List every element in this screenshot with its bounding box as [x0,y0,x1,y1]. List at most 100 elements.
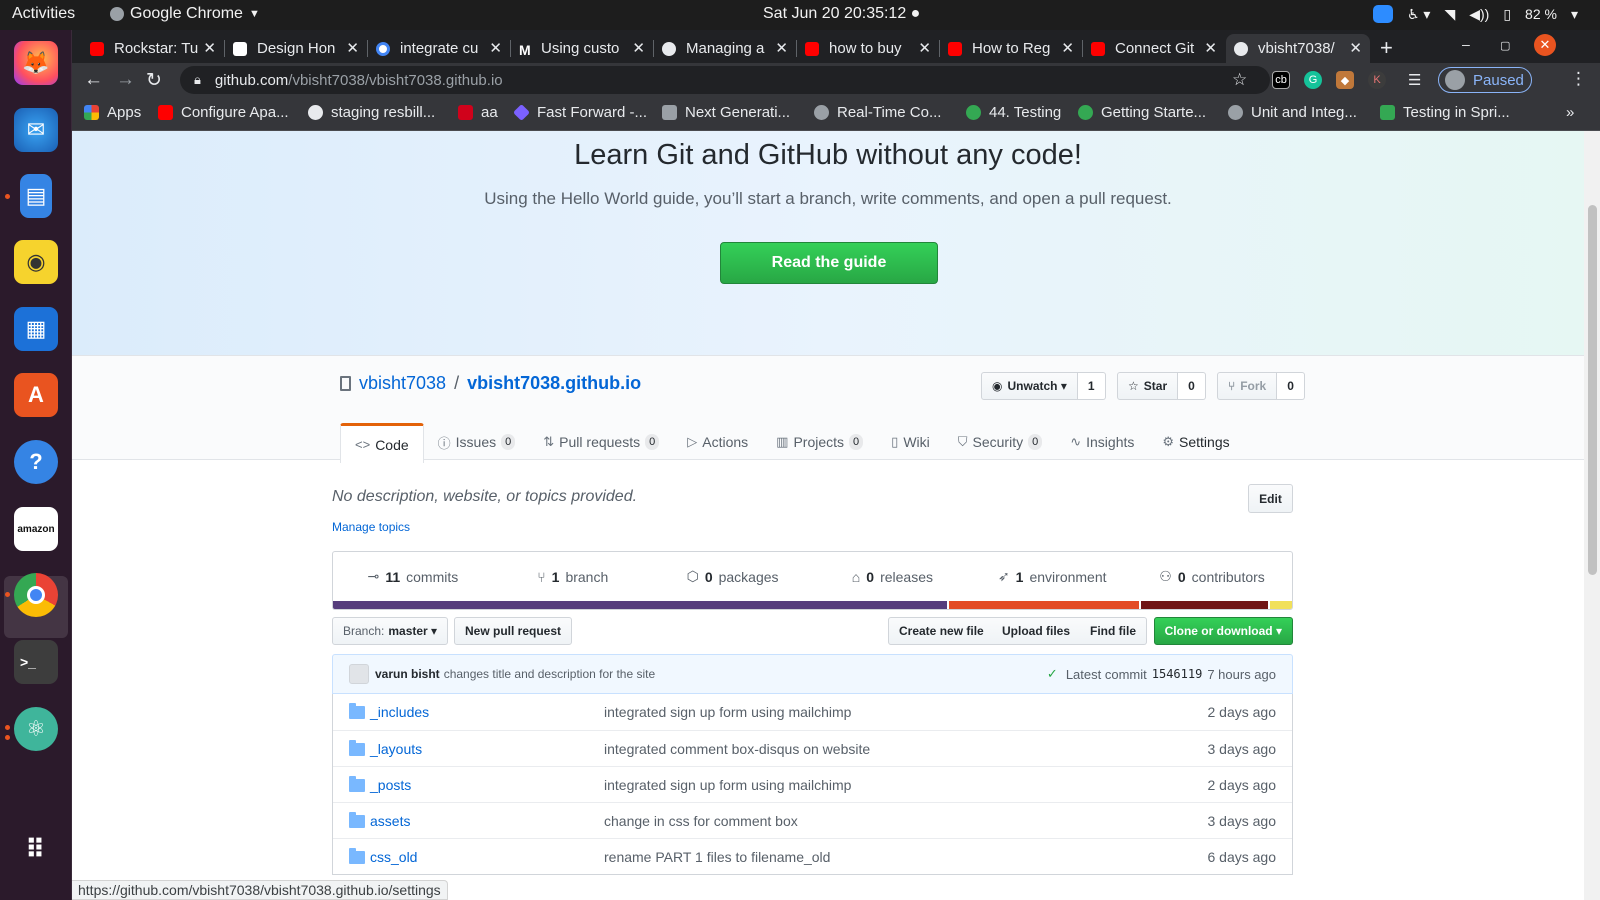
bookmark-9[interactable]: Unit and Integ... [1228,104,1357,121]
bookmark-8[interactable]: Getting Starte... [1078,104,1206,121]
tab-0[interactable]: Rockstar: Tu ✕ [82,34,224,63]
zoom-icon[interactable] [1372,5,1393,23]
close-icon[interactable]: ✕ [1061,39,1074,57]
check-icon[interactable]: ✓ [1047,666,1058,682]
tab-pull-requests[interactable]: ⇅ Pull requests 0 [529,423,673,461]
watch-count[interactable]: 1 [1077,372,1106,400]
volume-icon[interactable]: ◀)) [1469,6,1489,23]
bookmark-4[interactable]: Fast Forward -... [513,104,647,121]
fork-count[interactable]: 0 [1277,372,1305,400]
bookmark-1[interactable]: Configure Apa... [158,104,289,121]
bookmark-3[interactable]: aa [458,104,498,121]
summary-branches[interactable]: ⑂ 1 branch [493,552,653,601]
tab-8-active[interactable]: vbisht7038/ ✕ [1226,34,1370,63]
address-bar[interactable]: 🔒︎ github.com/vbisht7038/vbisht7038.gith… [180,66,1270,94]
close-icon[interactable]: ✕ [1204,39,1217,57]
tab-2[interactable]: integrate cu ✕ [368,34,510,63]
tab-wiki[interactable]: ▯ Wiki [877,423,944,461]
summary-environments[interactable]: ➶ 1 environment [972,552,1132,601]
avatar[interactable] [349,664,369,684]
scrollbar-thumb[interactable] [1588,205,1597,575]
tab-actions[interactable]: ▷ Actions [673,423,762,461]
commit-author[interactable]: varun bisht [375,667,440,681]
extension-icon[interactable]: cb [1272,71,1290,89]
file-commit-message[interactable]: change in css for comment box [604,813,798,829]
bookmarks-overflow-icon[interactable]: » [1566,104,1574,121]
file-commit-message[interactable]: integrated sign up form using mailchimp [604,704,851,720]
help-icon[interactable]: ? [14,440,58,484]
summary-packages[interactable]: ⬡ 0 packages [653,552,813,601]
bookmark-6[interactable]: Real-Time Co... [814,104,941,121]
edit-description-button[interactable]: Edit [1248,484,1293,513]
file-name-link[interactable]: _layouts [370,741,422,757]
close-icon[interactable]: ✕ [918,39,931,57]
file-commit-message[interactable]: integrated sign up form using mailchimp [604,777,851,793]
clone-or-download-button[interactable]: Clone or download ▾ [1153,617,1293,645]
new-pull-request-button[interactable]: New pull request [454,617,573,645]
chrome-icon[interactable] [14,573,58,617]
find-file-button[interactable]: Find file [1080,617,1147,645]
fork-button[interactable]: ⑂ Fork [1217,372,1278,400]
libreoffice-writer-icon[interactable]: ▦ [14,307,58,351]
tab-security[interactable]: ⛉ Security 0 [944,423,1056,461]
extension-icon[interactable]: K [1368,71,1386,89]
wifi-icon[interactable]: ◥ [1444,6,1455,23]
language-bar[interactable] [332,601,1293,610]
maximize-button[interactable]: ▢ [1500,39,1510,52]
amazon-icon[interactable]: amazon [14,507,58,551]
upload-files-button[interactable]: Upload files [992,617,1082,645]
tab-7[interactable]: Connect Git ✕ [1083,34,1225,63]
reload-button[interactable]: ↻ [146,69,162,92]
unwatch-button[interactable]: ◉ Unwatch ▾ [981,372,1078,400]
extension-icon[interactable]: ◆ [1336,71,1354,89]
tab-3[interactable]: M Using custo ✕ [511,34,653,63]
close-icon[interactable]: ✕ [203,39,216,57]
file-name-link[interactable]: assets [370,813,410,829]
tab-projects[interactable]: ▥ Projects 0 [762,423,877,461]
back-button[interactable]: ← [84,69,103,91]
profile-button[interactable]: Paused [1438,67,1532,93]
page-scrollbar[interactable] [1584,131,1600,900]
show-apps-icon[interactable]: ⠿ [14,827,58,871]
battery-icon[interactable]: ▯ [1503,6,1511,23]
close-icon[interactable]: ✕ [489,39,502,57]
file-name-link[interactable]: _posts [370,777,411,793]
tab-issues[interactable]: ⓘ Issues 0 [424,423,530,461]
close-icon[interactable]: ✕ [1349,39,1362,57]
star-count[interactable]: 0 [1178,372,1206,400]
system-tray[interactable]: ♿︎ ▾ ◥ ◀)) ▯ 82 % ▾ [1372,5,1578,23]
grammarly-icon[interactable]: G [1304,71,1322,89]
commit-sha-link[interactable]: 1546119 [1152,667,1203,681]
activities-button[interactable]: Activities [12,5,75,23]
tab-code[interactable]: <> Code [340,423,424,463]
summary-contributors[interactable]: ⚇ 0 contributors [1132,552,1292,601]
tab-settings[interactable]: ⚙ Settings [1148,423,1243,461]
software-center-icon[interactable]: A [14,373,58,417]
tab-5[interactable]: how to buy ✕ [797,34,939,63]
language-segment[interactable] [1138,601,1268,609]
tab-4[interactable]: Managing a ✕ [654,34,796,63]
read-guide-button[interactable]: Read the guide [720,242,938,284]
bookmark-star-icon[interactable]: ☆ [1232,70,1247,90]
accessibility-icon[interactable]: ♿︎ ▾ [1407,6,1430,23]
tab-6[interactable]: How to Reg ✕ [940,34,1082,63]
file-commit-message[interactable]: rename PART 1 files to filename_old [604,849,830,865]
bookmark-apps[interactable]: Apps [84,104,141,121]
repo-owner-link[interactable]: vbisht7038 [359,373,446,394]
app-menu[interactable]: Google Chrome ▼ [110,5,260,23]
new-tab-button[interactable]: + [1380,35,1393,61]
clock[interactable]: Sat Jun 20 20:35:12 ● [763,5,920,23]
rhythmbox-icon[interactable]: ◉ [14,240,58,284]
thunderbird-icon[interactable]: ✉ [14,108,58,152]
summary-releases[interactable]: ⌂ 0 releases [812,552,972,601]
media-controls-icon[interactable]: ☰ [1408,71,1421,89]
language-segment[interactable] [333,601,947,609]
close-icon[interactable]: ✕ [632,39,645,57]
files-icon[interactable]: ▤ [20,174,52,218]
manage-topics-link[interactable]: Manage topics [332,520,410,534]
repo-name-link[interactable]: vbisht7038.github.io [467,373,641,394]
close-window-button[interactable]: ✕ [1534,34,1556,56]
chevron-down-icon[interactable]: ▾ [1571,6,1578,23]
minimize-button[interactable]: – [1462,36,1470,52]
file-name-link[interactable]: _includes [370,704,429,720]
